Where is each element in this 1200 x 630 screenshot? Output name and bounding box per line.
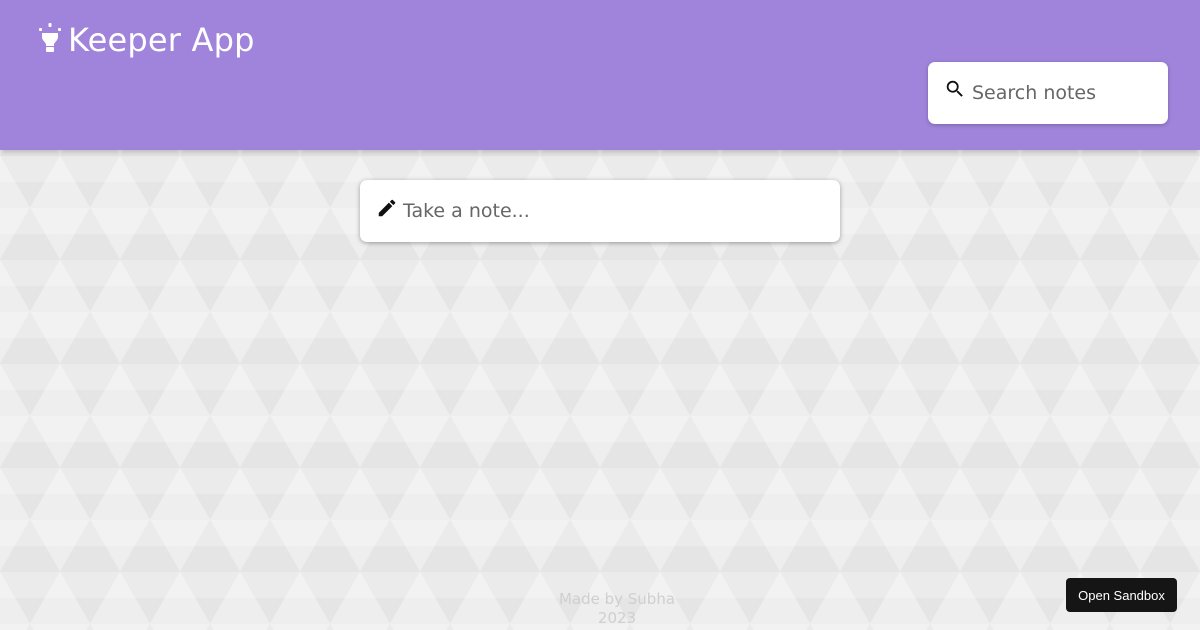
pencil-icon bbox=[378, 199, 396, 217]
footer: Made by Subha 2023 bbox=[500, 590, 734, 628]
brand: Keeper App bbox=[36, 18, 255, 62]
app-title: Keeper App bbox=[68, 21, 255, 59]
note-composer[interactable] bbox=[360, 180, 840, 242]
footer-credit: Made by Subha bbox=[558, 590, 676, 608]
search-input[interactable] bbox=[972, 82, 1152, 104]
lightbulb-icon bbox=[39, 23, 61, 52]
footer-year: 2023 bbox=[597, 609, 637, 627]
search-box[interactable] bbox=[928, 62, 1168, 124]
note-input[interactable] bbox=[403, 200, 823, 222]
search-icon bbox=[946, 80, 963, 97]
app-header: Keeper App bbox=[0, 0, 1200, 150]
open-sandbox-button[interactable]: Open Sandbox bbox=[1066, 578, 1177, 612]
